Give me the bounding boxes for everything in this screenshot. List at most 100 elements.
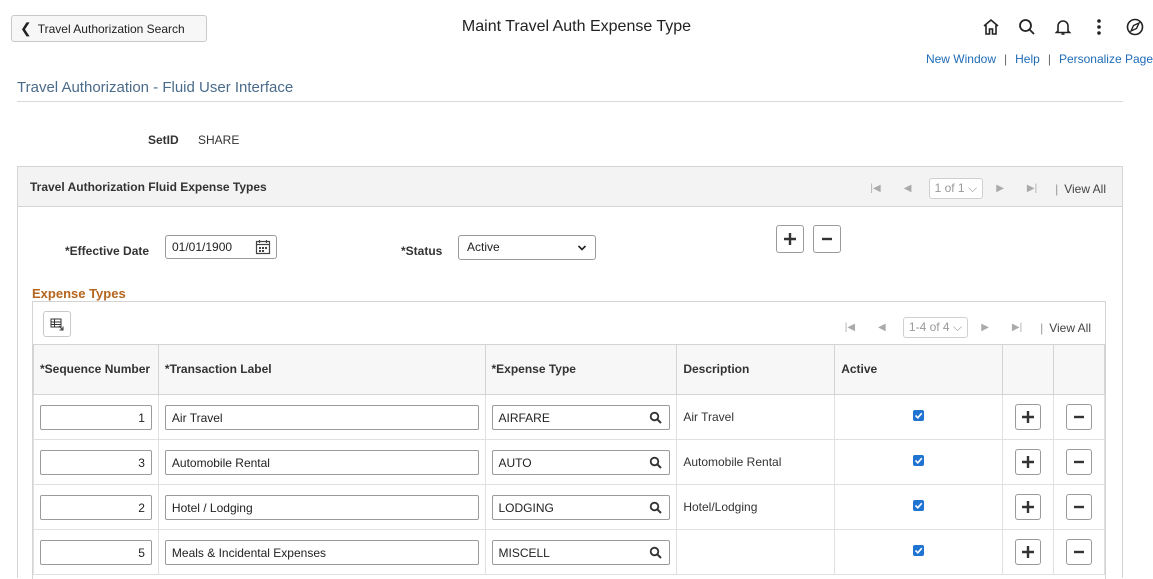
table-row: 2 Hotel / Lodging LODGING Hotel/Lodging: [33, 484, 1106, 530]
top-banner: ❮ Travel Authorization Search Maint Trav…: [0, 0, 1153, 58]
grid-personalize-icon: [50, 318, 64, 331]
status-select[interactable]: Active: [458, 235, 596, 260]
add-row-button[interactable]: [776, 225, 804, 253]
last-page-icon[interactable]: ▶|: [1021, 183, 1043, 194]
checkmark-icon: [915, 412, 923, 419]
lookup-search-icon[interactable]: [649, 546, 663, 559]
delete-row-button[interactable]: [1065, 404, 1092, 430]
minus-icon: [1073, 505, 1084, 509]
plus-icon: [784, 233, 796, 245]
group-title: Travel Authorization Fluid Expense Types: [30, 180, 267, 194]
column-header-transaction-label[interactable]: *Transaction Label: [157, 344, 486, 395]
minus-icon: [1073, 460, 1084, 464]
add-row-button[interactable]: [1014, 449, 1041, 475]
expense-type-value: MISCELL: [498, 545, 550, 560]
next-page-icon[interactable]: ▶: [974, 322, 996, 333]
transaction-label-input[interactable]: Air Travel: [164, 404, 479, 430]
expense-type-input[interactable]: AIRFARE: [491, 404, 671, 430]
title-divider: [17, 101, 1123, 102]
plus-icon: [1021, 501, 1034, 513]
chevron-down-icon: [577, 245, 587, 251]
table-row: 3 Automobile Rental AUTO Automobile Rent…: [33, 439, 1106, 485]
transaction-label-input[interactable]: Hotel / Lodging: [164, 494, 479, 520]
expense-type-value: AIRFARE: [498, 410, 550, 425]
sequence-number-input[interactable]: 3: [40, 449, 152, 475]
column-header-sequence[interactable]: *Sequence Number: [33, 344, 159, 395]
expense-type-input[interactable]: AUTO: [491, 449, 671, 475]
status-value: Active: [467, 240, 500, 254]
fluid-expense-types-group: Travel Authorization Fluid Expense Types…: [17, 166, 1123, 579]
expense-types-grid: |◀ ◀ 1-4 of 4 ⌵ ▶ ▶| | View All *Sequenc…: [32, 301, 1106, 579]
group-pager-text: 1 of 1: [934, 181, 965, 195]
add-row-button[interactable]: [1014, 494, 1041, 520]
expense-type-input[interactable]: LODGING: [491, 494, 671, 520]
first-page-icon[interactable]: |◀: [865, 183, 887, 194]
page-links: New Window | Help | Personalize Page: [926, 52, 1153, 66]
home-icon[interactable]: [973, 12, 1009, 42]
group-pager-select[interactable]: 1 of 1 ⌵: [928, 178, 984, 199]
personalize-grid-button[interactable]: [43, 311, 71, 337]
link-separator: |: [1004, 52, 1008, 66]
grid-pager-text: 1-4 of 4: [908, 320, 950, 334]
table-row: 5 Meals & Incidental Expenses MISCELL: [33, 529, 1106, 575]
column-header-expense-type[interactable]: *Expense Type: [484, 344, 678, 395]
minus-icon: [822, 237, 832, 241]
transaction-label-input[interactable]: Automobile Rental: [164, 449, 479, 475]
effective-date-input[interactable]: 01/01/1900: [165, 235, 277, 259]
nav-separator: |: [1040, 320, 1044, 335]
active-checkbox[interactable]: [913, 455, 925, 466]
nav-separator: |: [1055, 181, 1059, 196]
effective-date-value: 01/01/1900: [172, 240, 233, 254]
last-page-icon[interactable]: ▶|: [1006, 322, 1028, 333]
grid-pager-select[interactable]: 1-4 of 4 ⌵: [902, 317, 969, 338]
column-header-description[interactable]: Description: [676, 344, 836, 395]
active-checkbox[interactable]: [913, 545, 925, 556]
navbar-compass-icon[interactable]: [1117, 12, 1153, 42]
lookup-search-icon[interactable]: [649, 456, 663, 469]
personalize-page-link[interactable]: Personalize Page: [1059, 52, 1153, 66]
column-header-delete: [1052, 344, 1106, 395]
sequence-number-input[interactable]: 1: [40, 404, 152, 430]
active-checkbox[interactable]: [913, 410, 925, 421]
active-checkbox[interactable]: [913, 500, 925, 511]
grid-view-all-link[interactable]: View All: [1049, 321, 1091, 335]
calendar-icon[interactable]: [255, 239, 271, 255]
add-row-button[interactable]: [1014, 404, 1041, 430]
setid-value: SHARE: [198, 133, 240, 147]
setid-label: SetID: [148, 133, 179, 147]
expense-type-input[interactable]: MISCELL: [491, 539, 671, 565]
description-text: Automobile Rental: [676, 439, 836, 485]
expense-types-table: *Sequence Number *Transaction Label *Exp…: [33, 344, 1106, 575]
table-row: 1 Air Travel AIRFARE Air Travel: [33, 394, 1106, 440]
delete-row-button[interactable]: [813, 225, 841, 253]
expense-type-value: AUTO: [498, 455, 532, 470]
sequence-number-input[interactable]: 5: [40, 539, 152, 565]
group-view-all-link[interactable]: View All: [1064, 182, 1106, 196]
sequence-number-input[interactable]: 2: [40, 494, 152, 520]
delete-row-button[interactable]: [1065, 494, 1092, 520]
previous-page-icon[interactable]: ◀: [897, 183, 919, 194]
delete-row-button[interactable]: [1065, 449, 1092, 475]
delete-row-button[interactable]: [1065, 539, 1092, 565]
transaction-label-input[interactable]: Meals & Incidental Expenses: [164, 539, 479, 565]
link-separator: |: [1047, 52, 1051, 66]
new-window-link[interactable]: New Window: [926, 52, 996, 66]
help-link[interactable]: Help: [1015, 52, 1040, 66]
add-row-button[interactable]: [1014, 539, 1041, 565]
plus-icon: [1021, 546, 1034, 558]
chevron-down-icon: ⌵: [967, 181, 978, 195]
search-icon[interactable]: [1009, 12, 1045, 42]
lookup-search-icon[interactable]: [649, 411, 663, 424]
group-navigation: |◀ ◀ 1 of 1 ⌵ ▶ ▶| | View All: [865, 178, 1106, 199]
column-header-active[interactable]: Active: [834, 344, 1003, 395]
column-header-add: [1001, 344, 1054, 395]
notification-bell-icon[interactable]: [1045, 12, 1081, 42]
previous-page-icon[interactable]: ◀: [871, 322, 893, 333]
minus-icon: [1073, 550, 1084, 554]
first-page-icon[interactable]: |◀: [839, 322, 861, 333]
table-header-row: *Sequence Number *Transaction Label *Exp…: [33, 344, 1106, 395]
lookup-search-icon[interactable]: [649, 501, 663, 514]
page-title: Travel Authorization - Fluid User Interf…: [17, 79, 294, 96]
actions-menu-icon[interactable]: [1081, 12, 1117, 42]
next-page-icon[interactable]: ▶: [989, 183, 1011, 194]
